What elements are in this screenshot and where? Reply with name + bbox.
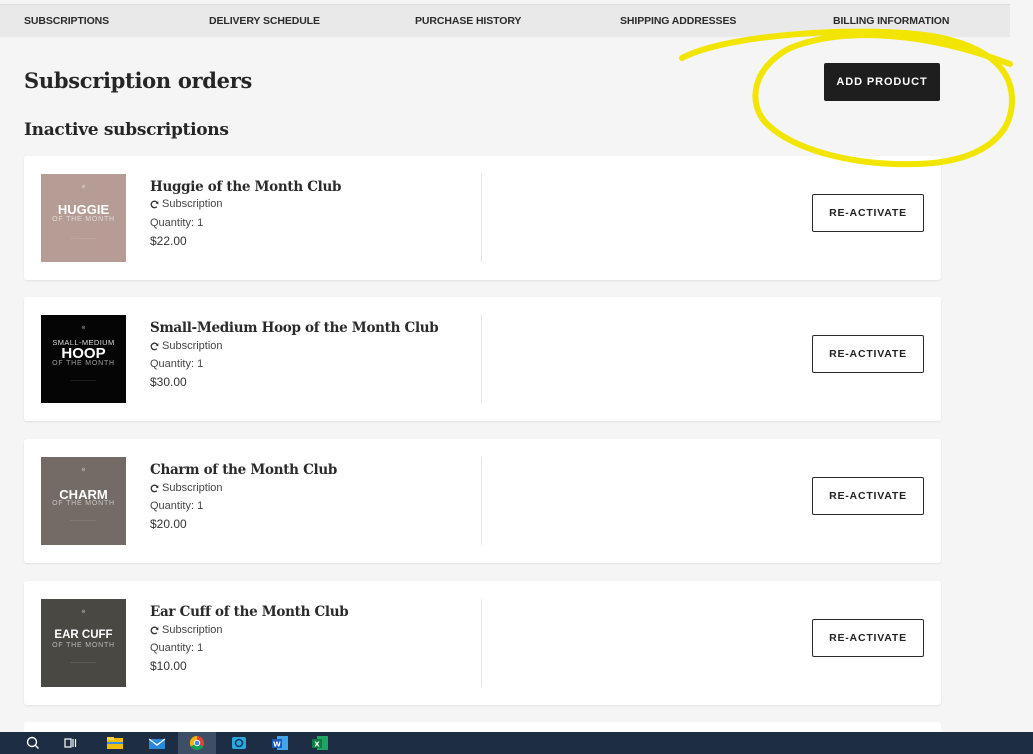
subscription-card: ⊛ CHARM OF THE MONTH ——————— Charm of th… <box>24 439 941 563</box>
refresh-icon <box>150 342 159 350</box>
chrome-icon[interactable] <box>178 732 216 754</box>
subscription-quantity: Quantity: 1 <box>150 500 204 512</box>
product-thumbnail: ⊛ EAR CUFF OF THE MONTH ——————— <box>41 599 126 687</box>
thumbnail-subtitle: OF THE MONTH <box>52 360 115 367</box>
excel-icon[interactable]: X <box>308 732 332 754</box>
search-icon[interactable] <box>22 732 44 754</box>
svg-text:W: W <box>273 741 281 749</box>
subscription-quantity: Quantity: 1 <box>150 642 204 654</box>
nav-billing-information[interactable]: BILLING INFORMATION <box>833 15 949 27</box>
card-divider <box>481 457 482 545</box>
subscription-type-label: Subscription <box>162 198 223 210</box>
brand-logo-icon: ⊛ <box>81 467 86 473</box>
product-thumbnail: ⊛ SMALL-MEDIUM HOOP OF THE MONTH ——————— <box>41 315 126 403</box>
brand-logo-icon: ⊛ <box>81 325 86 331</box>
thumbnail-title: HUGGIE <box>57 202 110 217</box>
add-product-button[interactable]: ADD PRODUCT <box>824 63 940 101</box>
subscription-name: Small-Medium Hoop of the Month Club <box>150 320 439 336</box>
subscription-card: ⊛ SMALL-MEDIUM HOOP OF THE MONTH ———————… <box>24 297 941 421</box>
thumbnail-fineprint: ——————— <box>70 378 97 382</box>
subscription-card: ⊛ EAR CUFF OF THE MONTH ——————— Ear Cuff… <box>24 581 941 705</box>
card-divider <box>481 315 482 403</box>
product-thumbnail: ⊛ CHARM OF THE MONTH ——————— <box>41 457 126 545</box>
reactivate-button[interactable]: RE-ACTIVATE <box>812 335 924 373</box>
subscription-name: Charm of the Month Club <box>150 462 337 478</box>
nav-purchase-history[interactable]: PURCHASE HISTORY <box>415 15 521 27</box>
nav-shipping-addresses[interactable]: SHIPPING ADDRESSES <box>620 15 736 27</box>
subscription-quantity: Quantity: 1 <box>150 358 204 370</box>
product-thumbnail: ⊛ HUGGIE OF THE MONTH ——————— <box>41 174 126 262</box>
subscription-type: Subscription <box>150 340 223 352</box>
taskbar: W X <box>0 732 1033 754</box>
subscription-type-label: Subscription <box>162 624 223 636</box>
refresh-icon <box>150 626 159 634</box>
thumbnail-subtitle: OF THE MONTH <box>52 642 115 649</box>
reactivate-button[interactable]: RE-ACTIVATE <box>812 194 924 232</box>
page-title: Subscription orders <box>24 68 253 93</box>
thumbnail-fineprint: ——————— <box>70 660 97 664</box>
thumbnail-title: HOOP <box>61 345 106 362</box>
refresh-icon <box>150 200 159 208</box>
reactivate-button[interactable]: RE-ACTIVATE <box>812 477 924 515</box>
mail-icon[interactable] <box>145 732 169 754</box>
svg-text:X: X <box>314 741 320 749</box>
subscription-price: $20.00 <box>150 517 187 531</box>
nav-delivery-schedule[interactable]: DELIVERY SCHEDULE <box>209 15 320 27</box>
word-icon[interactable]: W <box>268 732 292 754</box>
subscription-price: $10.00 <box>150 659 187 673</box>
subscription-price: $22.00 <box>150 234 187 248</box>
thumbnail-fineprint: ——————— <box>70 236 97 240</box>
subscription-name: Ear Cuff of the Month Club <box>150 604 349 620</box>
subscription-type-label: Subscription <box>162 340 223 352</box>
brand-logo-icon: ⊛ <box>81 609 86 615</box>
subscription-price: $30.00 <box>150 375 187 389</box>
subscription-type: Subscription <box>150 624 223 636</box>
task-view-icon[interactable] <box>60 732 82 754</box>
reactivate-button[interactable]: RE-ACTIVATE <box>812 619 924 657</box>
section-title: Inactive subscriptions <box>24 120 229 140</box>
thumbnail-subtitle: OF THE MONTH <box>52 216 115 223</box>
subscription-quantity: Quantity: 1 <box>150 217 204 229</box>
subscription-name: Huggie of the Month Club <box>150 179 342 195</box>
thumbnail-title: EAR CUFF <box>54 629 113 641</box>
subscription-type-label: Subscription <box>162 482 223 494</box>
card-divider <box>481 599 482 687</box>
account-nav: SUBSCRIPTIONS DELIVERY SCHEDULE PURCHASE… <box>0 4 1010 37</box>
subscription-type: Subscription <box>150 198 223 210</box>
brand-logo-icon: ⊛ <box>81 184 86 190</box>
subscription-type: Subscription <box>150 482 223 494</box>
thumbnail-fineprint: ——————— <box>70 518 97 522</box>
thumbnail-subtitle: OF THE MONTH <box>52 500 115 507</box>
card-divider <box>481 174 482 262</box>
nav-subscriptions[interactable]: SUBSCRIPTIONS <box>24 15 109 27</box>
file-explorer-icon[interactable] <box>103 732 127 754</box>
refresh-icon <box>150 484 159 492</box>
subscription-card: ⊛ HUGGIE OF THE MONTH ——————— Huggie of … <box>24 156 941 280</box>
photos-icon[interactable] <box>227 732 251 754</box>
